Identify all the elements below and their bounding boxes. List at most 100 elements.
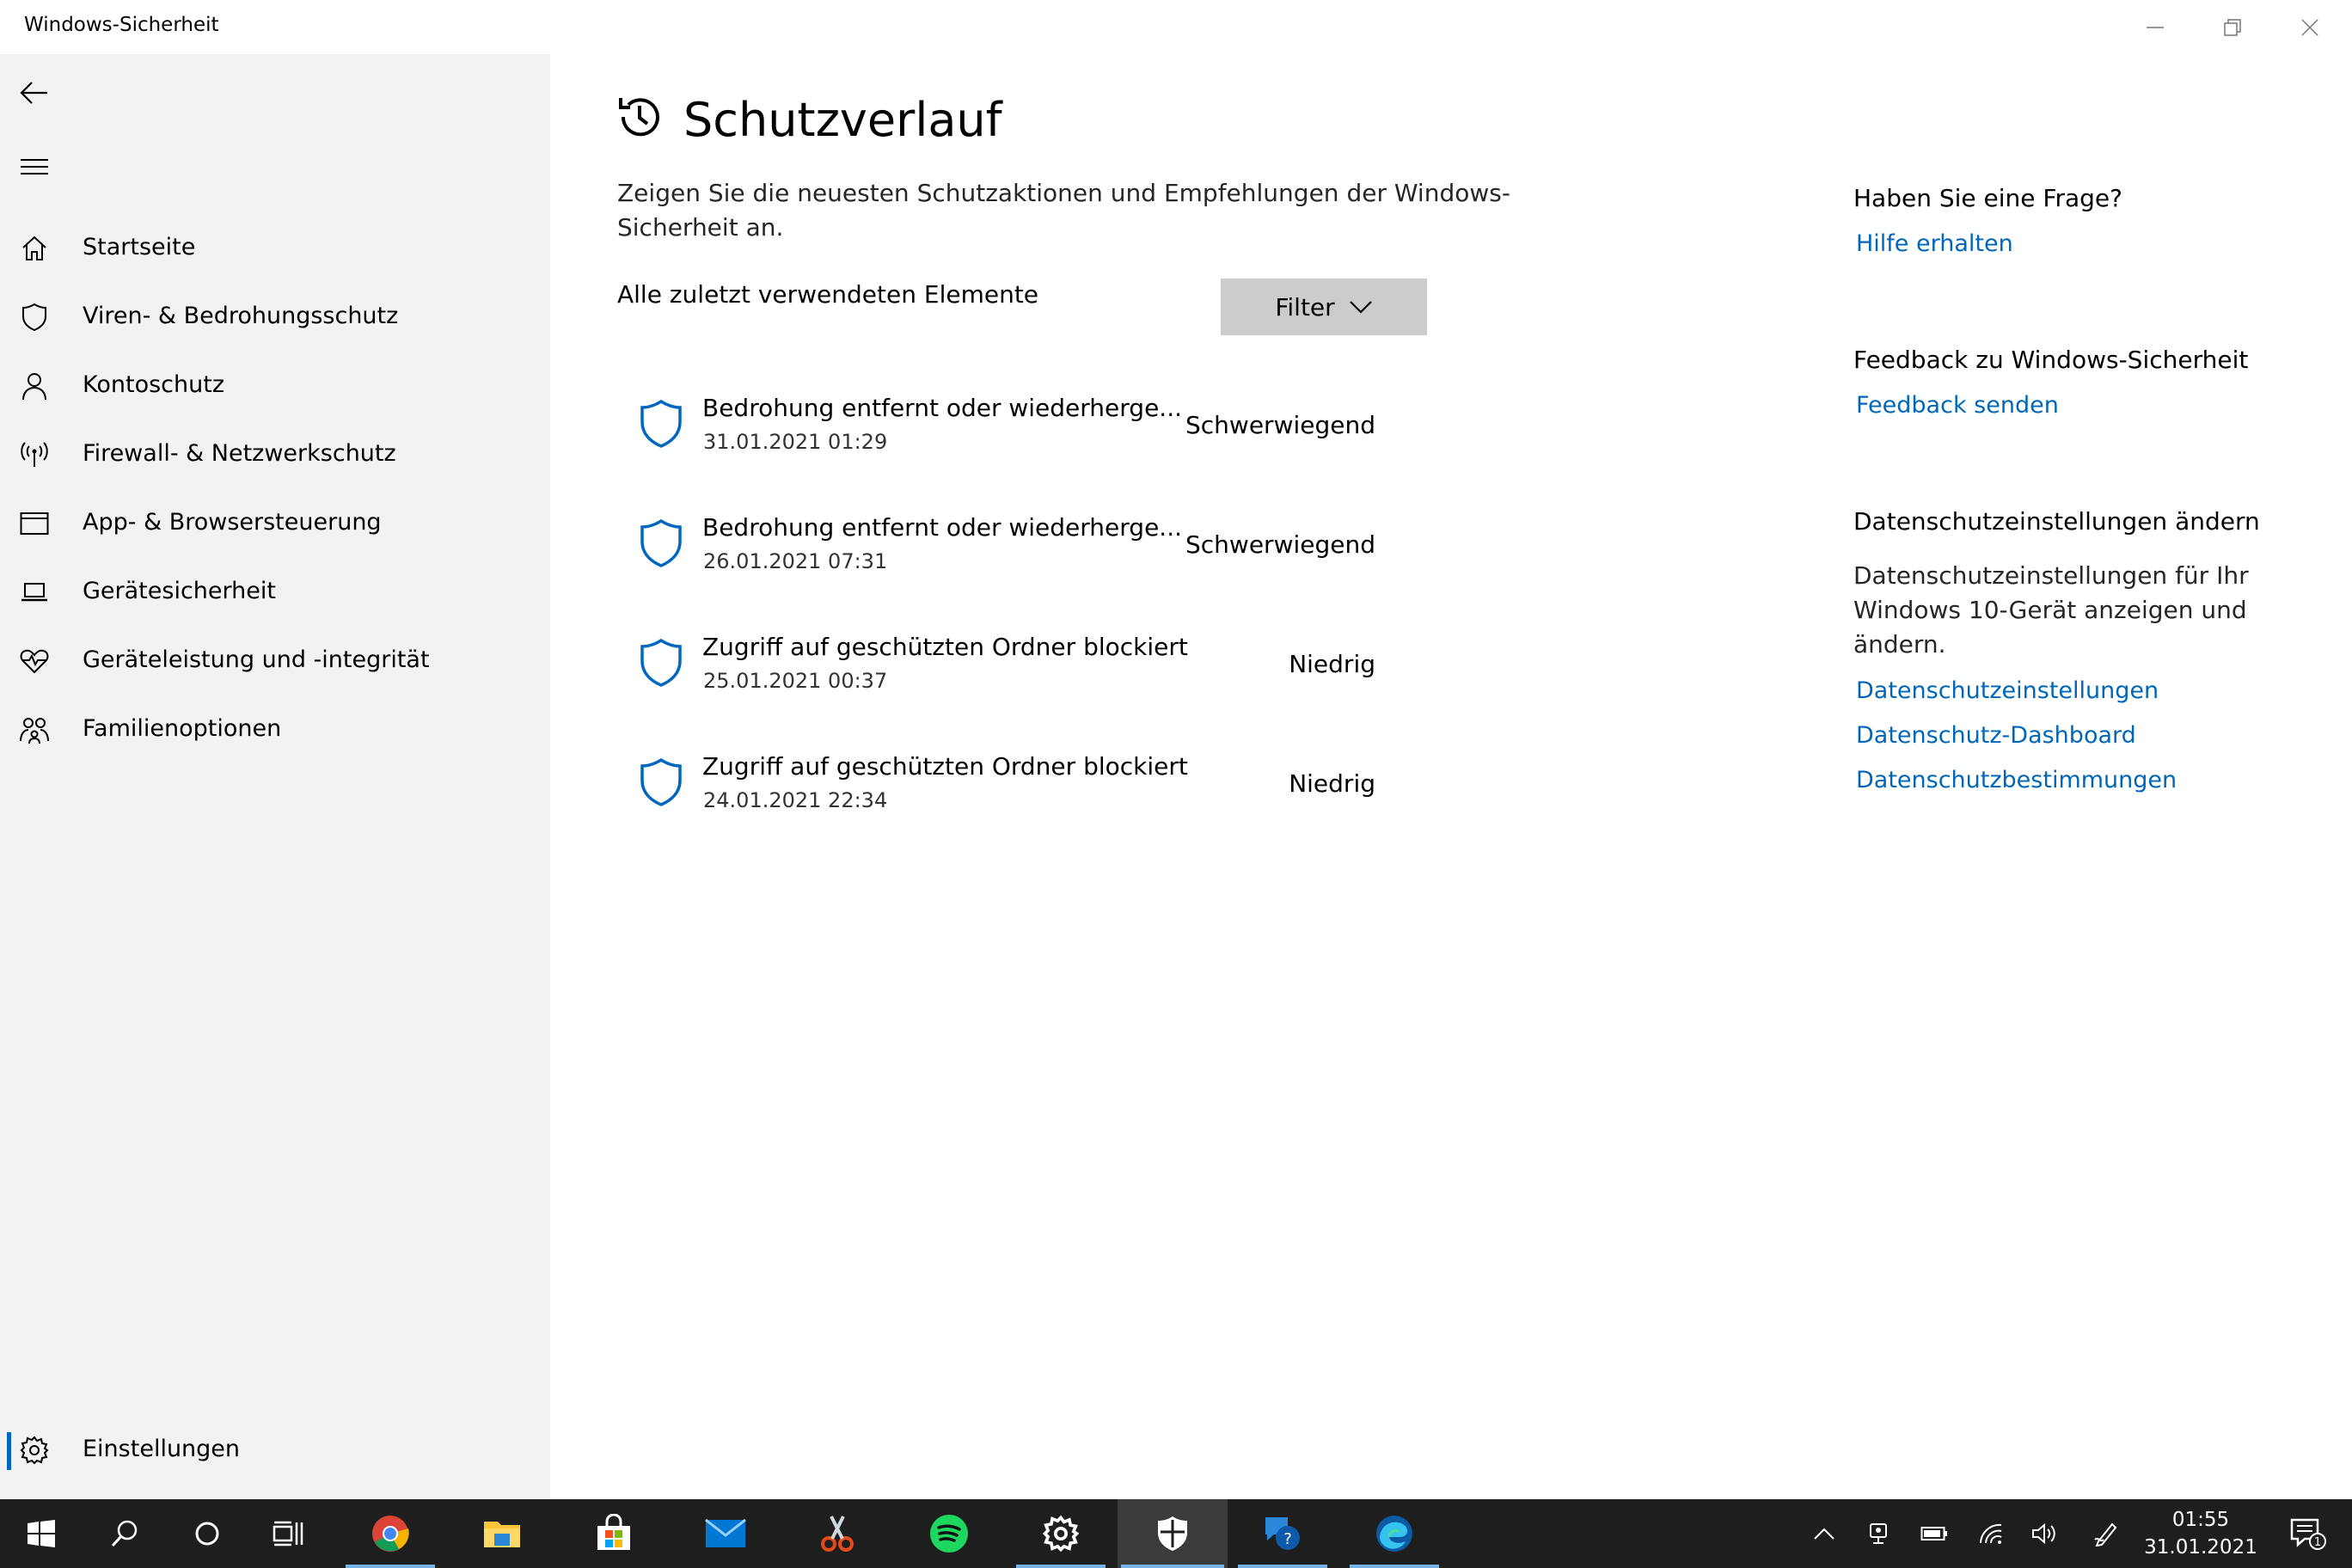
history-item-date: 31.01.2021 01:29	[703, 430, 888, 454]
mail-icon	[705, 1518, 746, 1547]
show-hidden-icons-button[interactable]	[1802, 1499, 1847, 1568]
restore-button[interactable]	[2194, 0, 2271, 54]
action-center-button[interactable]: 1	[2278, 1499, 2338, 1568]
taskbar-app-spotify[interactable]	[901, 1499, 997, 1568]
privacy-statement-link[interactable]: Datenschutzbestimmungen	[1856, 767, 2177, 793]
sidebar: Startseite Viren- & Bedrohungsschutz Kon…	[0, 54, 550, 1499]
chevron-down-icon	[1349, 301, 1372, 314]
history-icon	[619, 98, 659, 137]
history-item-severity: Niedrig	[1289, 650, 1375, 678]
restore-icon	[2224, 18, 2241, 36]
hamburger-menu-button[interactable]	[10, 145, 58, 188]
windows-logo-icon	[28, 1520, 55, 1547]
family-icon	[19, 714, 50, 745]
sidebar-item-startseite[interactable]: Startseite	[0, 218, 550, 279]
back-button[interactable]	[10, 71, 58, 114]
notification-count: 1	[2314, 1536, 2321, 1549]
gear-icon	[1043, 1516, 1079, 1552]
shield-icon	[640, 518, 682, 567]
sidebar-item-label: Geräteleistung und -integrität	[83, 646, 430, 673]
sidebar-item-label: Kontoschutz	[83, 371, 224, 398]
help-chat-icon: ?	[1265, 1517, 1300, 1550]
history-item-title: Zugriff auf geschützten Ordner blockiert	[702, 633, 1188, 661]
minimize-button[interactable]	[2116, 0, 2194, 54]
history-item[interactable]: Zugriff auf geschützten Ordner blockiert…	[616, 617, 1406, 720]
help-link[interactable]: Hilfe erhalten	[1856, 230, 2013, 257]
feedback-link[interactable]: Feedback senden	[1856, 392, 2059, 419]
window-title: Windows-Sicherheit	[24, 14, 219, 36]
history-item[interactable]: Zugriff auf geschützten Ordner blockiert…	[616, 737, 1406, 840]
pen-icon	[2094, 1522, 2117, 1547]
history-item-title: Bedrohung entfernt oder wiederherge...	[702, 394, 1182, 422]
privacy-settings-link[interactable]: Datenschutzeinstellungen	[1856, 677, 2159, 704]
page-header	[616, 93, 664, 141]
sidebar-item-viren-bedrohungsschutz[interactable]: Viren- & Bedrohungsschutz	[0, 287, 550, 347]
history-item-title: Zugriff auf geschützten Ordner blockiert	[702, 752, 1188, 781]
sidebar-item-kontoschutz[interactable]: Kontoschutz	[0, 356, 550, 416]
taskbar: ? 01:55 31.01.2021 1	[0, 1499, 2352, 1568]
taskbar-app-edge[interactable]	[1346, 1499, 1442, 1568]
sidebar-item-einstellungen[interactable]: Einstellungen	[0, 1420, 550, 1480]
taskbar-app-chrome[interactable]	[342, 1499, 438, 1568]
search-icon	[111, 1520, 138, 1547]
heart-pulse-icon	[19, 646, 50, 677]
taskbar-clock[interactable]: 01:55 31.01.2021	[2123, 1506, 2278, 1561]
taskbar-app-snip[interactable]	[789, 1499, 885, 1568]
filter-button[interactable]: Filter	[1221, 279, 1427, 335]
arrow-left-icon	[20, 82, 47, 104]
pen-workspace-button[interactable]	[2084, 1499, 2128, 1568]
minimize-icon	[2147, 26, 2164, 28]
task-view-button[interactable]	[241, 1499, 335, 1568]
notification-icon: 1	[2290, 1518, 2326, 1550]
task-view-icon	[273, 1521, 303, 1547]
wifi-icon	[1980, 1523, 2002, 1544]
shield-icon	[640, 638, 682, 687]
page-title: Schutzverlauf	[683, 93, 1002, 147]
network-button[interactable]	[1969, 1499, 2013, 1568]
shield-icon	[19, 302, 50, 333]
history-item-date: 25.01.2021 00:37	[703, 669, 888, 693]
sidebar-item-firewall-netzwerkschutz[interactable]: Firewall- & Netzwerkschutz	[0, 425, 550, 485]
taskbar-app-mail[interactable]	[677, 1499, 774, 1568]
gear-icon	[19, 1435, 50, 1466]
history-item-severity: Niedrig	[1289, 769, 1375, 798]
taskbar-app-explorer[interactable]	[454, 1499, 550, 1568]
sidebar-item-geraeteleistung-integritaet[interactable]: Geräteleistung und -integrität	[0, 631, 550, 691]
scissors-icon	[821, 1516, 854, 1552]
sidebar-item-geraetesicherheit[interactable]: Gerätesicherheit	[0, 562, 550, 622]
question-heading: Haben Sie eine Frage?	[1853, 184, 2123, 212]
taskbar-app-help[interactable]: ?	[1234, 1499, 1331, 1568]
history-item-date: 24.01.2021 22:34	[703, 788, 888, 812]
shield-icon	[1158, 1516, 1187, 1551]
folder-icon	[484, 1522, 520, 1547]
battery-button[interactable]	[1912, 1499, 1957, 1568]
history-item[interactable]: Bedrohung entfernt oder wiederherge... 2…	[616, 498, 1406, 601]
home-icon	[19, 233, 50, 264]
edge-icon	[1376, 1516, 1412, 1552]
history-item-severity: Schwerwiegend	[1185, 530, 1375, 559]
history-item-severity: Schwerwiegend	[1185, 411, 1375, 439]
speaker-icon	[2032, 1522, 2055, 1545]
cortana-icon	[195, 1522, 219, 1546]
clock-date: 31.01.2021	[2144, 1536, 2257, 1559]
volume-button[interactable]	[2022, 1499, 2067, 1568]
shield-icon	[640, 757, 682, 806]
close-button[interactable]	[2271, 0, 2349, 54]
spotify-icon	[930, 1515, 968, 1553]
search-button[interactable]	[77, 1499, 172, 1568]
start-button[interactable]	[0, 1499, 83, 1568]
taskbar-app-windows-security[interactable]	[1118, 1499, 1228, 1568]
history-item[interactable]: Bedrohung entfernt oder wiederherge... 3…	[616, 378, 1406, 481]
filter-label: Filter	[1275, 292, 1335, 322]
taskbar-app-store[interactable]	[566, 1499, 662, 1568]
clock-time: 01:55	[2171, 1509, 2230, 1531]
list-header: Alle zuletzt verwendeten Elemente	[617, 280, 1039, 309]
chevron-up-icon	[1814, 1528, 1834, 1540]
store-icon	[597, 1514, 630, 1550]
taskbar-app-settings[interactable]	[1013, 1499, 1109, 1568]
privacy-dashboard-link[interactable]: Datenschutz-Dashboard	[1856, 722, 2136, 749]
person-icon	[19, 371, 50, 401]
sidebar-item-app-browsersteuerung[interactable]: App- & Browsersteuerung	[0, 493, 550, 554]
sidebar-item-familienoptionen[interactable]: Familienoptionen	[0, 700, 550, 760]
meet-now-button[interactable]	[1857, 1499, 1902, 1568]
